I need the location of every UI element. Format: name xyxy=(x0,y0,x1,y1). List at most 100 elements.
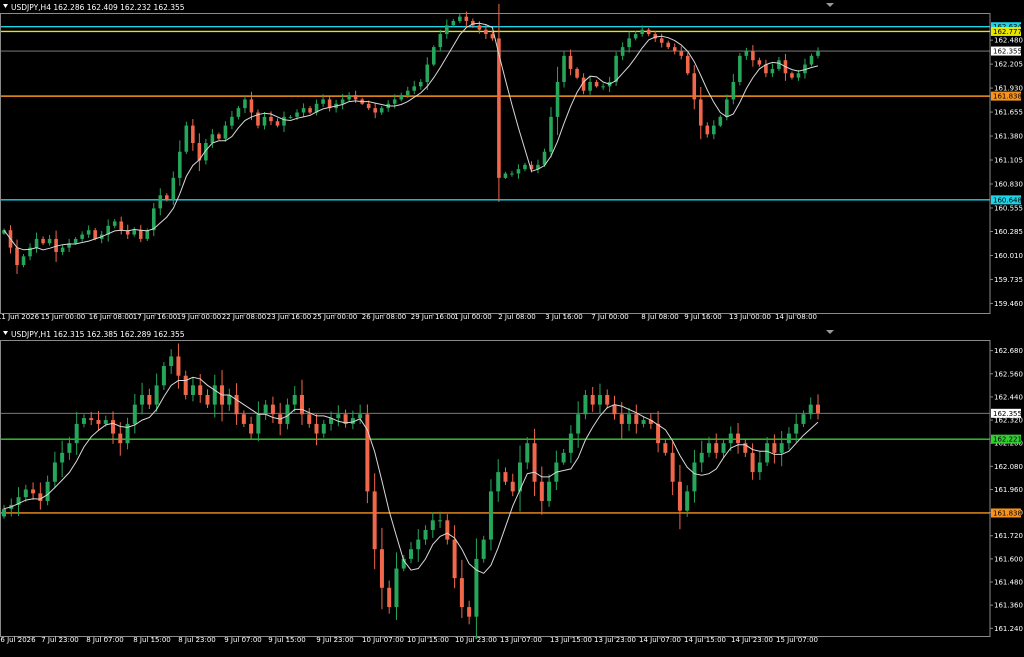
candle-body xyxy=(539,481,544,502)
x-tick-label: 7 Jul 23:00 xyxy=(41,636,79,644)
candle-body xyxy=(45,481,50,502)
candle-body xyxy=(786,433,791,444)
price-tag-label: 162.777 xyxy=(993,28,1022,36)
candle-body xyxy=(588,81,592,91)
price-tag-label: 162.355 xyxy=(993,48,1022,56)
x-tick-label: 17 Jun 16:00 xyxy=(133,313,177,321)
candle-body xyxy=(198,385,203,395)
chart-header: USDJPY,H1 162.315 162.385 162.289 162.35… xyxy=(11,330,185,339)
candle-body xyxy=(561,452,566,463)
chart-svg: USDJPY,H4 162.286 162.409 162.232 162.35… xyxy=(0,0,1024,653)
candle-body xyxy=(808,404,813,415)
x-tick-label: 6 Jul 2026 xyxy=(0,636,36,644)
candle-body xyxy=(523,164,527,170)
candle-body xyxy=(321,99,325,104)
candle-body xyxy=(801,414,806,424)
candle-body xyxy=(241,414,246,424)
y-tick-label: 162.560 xyxy=(994,370,1023,378)
x-tick-label: 23 Jun 16:00 xyxy=(267,313,311,321)
candle-body xyxy=(692,73,697,100)
candle-body xyxy=(575,68,579,78)
candle-body xyxy=(372,491,377,550)
candle-body xyxy=(379,549,384,588)
candle-body xyxy=(516,169,521,174)
candle-body xyxy=(425,64,430,82)
candle-body xyxy=(640,29,644,35)
candle-body xyxy=(731,81,736,100)
candle-body xyxy=(568,55,573,69)
x-tick-label: 9 Jul 07:00 xyxy=(224,636,262,644)
candle-body xyxy=(405,90,410,96)
x-tick-label: 16 Jun 08:00 xyxy=(89,313,133,321)
candle-body xyxy=(663,443,668,453)
candle-body xyxy=(619,414,624,424)
candle-body xyxy=(627,414,632,424)
candle-body xyxy=(728,433,733,444)
candle-body xyxy=(292,394,297,405)
candle-body xyxy=(321,423,326,434)
x-tick-label: 1 Jul 00:00 xyxy=(454,313,492,321)
price-tag-label: 161.838 xyxy=(993,93,1022,101)
candle-body xyxy=(666,42,671,48)
candle-body xyxy=(692,462,697,492)
candle-body xyxy=(86,230,91,235)
candle-body xyxy=(744,51,749,56)
price-tag-label: 161.838 xyxy=(993,509,1022,517)
chart-header: USDJPY,H4 162.286 162.409 162.232 162.35… xyxy=(11,3,185,12)
candle-body xyxy=(399,95,404,100)
candle-body xyxy=(659,38,664,43)
candle-body xyxy=(119,221,124,231)
x-tick-label: 9 Jul 23:00 xyxy=(316,636,354,644)
y-tick-label: 161.720 xyxy=(994,532,1023,540)
y-tick-label: 160.010 xyxy=(994,252,1023,260)
candle-body xyxy=(60,247,65,252)
candle-body xyxy=(112,221,117,226)
candle-body xyxy=(646,29,651,35)
candle-body xyxy=(373,108,377,113)
candle-body xyxy=(685,55,690,74)
candle-body xyxy=(458,16,462,21)
candle-body xyxy=(145,230,150,239)
candle-body xyxy=(96,420,101,424)
candle-body xyxy=(816,404,820,414)
candle-body xyxy=(474,558,479,617)
candle-body xyxy=(790,73,794,78)
candle-body xyxy=(816,51,820,56)
y-tick-label: 161.480 xyxy=(994,579,1023,587)
candle-body xyxy=(230,116,234,126)
x-tick-label: 13 Jul 07:00 xyxy=(500,636,542,644)
candle-body xyxy=(594,81,599,87)
candle-body xyxy=(47,238,52,244)
candle-body xyxy=(555,81,560,117)
price-tag-label: 162.355 xyxy=(993,410,1022,418)
candle-body xyxy=(151,208,156,231)
candle-body xyxy=(445,520,450,540)
candle-body xyxy=(438,34,443,48)
y-tick-label: 161.930 xyxy=(994,85,1023,93)
candle-body xyxy=(379,108,384,113)
candle-body xyxy=(699,452,704,463)
candle-body xyxy=(308,108,312,113)
candle-body xyxy=(718,116,723,126)
y-tick-label: 160.830 xyxy=(994,180,1023,188)
candle-body xyxy=(217,134,221,139)
candle-body xyxy=(677,481,682,511)
candle-body xyxy=(510,481,515,492)
candle-body xyxy=(41,238,45,244)
candle-body xyxy=(409,549,413,559)
candle-body xyxy=(387,587,392,608)
candle-body xyxy=(445,25,449,35)
candle-body xyxy=(80,234,84,239)
y-tick-label: 159.735 xyxy=(994,276,1023,284)
x-tick-label: 8 Jul 15:00 xyxy=(133,636,171,644)
y-tick-label: 159.460 xyxy=(994,300,1023,308)
candle-body xyxy=(161,366,166,386)
candle-body xyxy=(234,394,239,415)
candle-body xyxy=(451,20,456,26)
candle-body xyxy=(423,529,428,540)
candle-body xyxy=(358,414,363,419)
x-tick-label: 10 Jul 07:00 xyxy=(362,636,404,644)
x-tick-label: 19 Jun 00:00 xyxy=(177,313,221,321)
candle-body xyxy=(705,125,710,135)
candle-body xyxy=(547,481,552,502)
